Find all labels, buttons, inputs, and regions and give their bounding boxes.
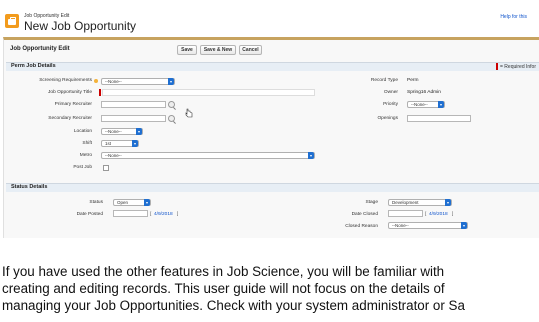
record-type-label: Record Type	[370, 78, 398, 83]
required-info-text: = Required Infor	[500, 64, 536, 70]
chevron-down-icon: ▾	[168, 78, 174, 85]
paragraph-line: If you have used the other features in J…	[2, 264, 445, 279]
closed-reason-value: --None--	[392, 223, 409, 228]
status-value: Open	[117, 200, 129, 205]
location-value: --None--	[105, 129, 122, 134]
cancel-button[interactable]: Cancel	[239, 45, 262, 55]
chevron-down-icon: ▾	[136, 128, 142, 135]
chevron-down-icon: ▾	[461, 222, 467, 229]
post-job-checkbox[interactable]	[103, 165, 109, 171]
required-indicator-icon	[496, 63, 498, 70]
lookup-search-icon[interactable]	[168, 101, 175, 108]
date-closed-label: Date Closed	[351, 212, 378, 217]
date-posted-input[interactable]	[113, 210, 148, 217]
location-select[interactable]: --None-- ▾	[101, 128, 143, 135]
save-button[interactable]: Save	[177, 45, 197, 55]
save-new-button[interactable]: Save & New	[200, 45, 236, 55]
help-icon[interactable]	[94, 79, 98, 83]
chevron-down-icon: ▾	[438, 101, 444, 108]
briefcase-icon	[5, 14, 19, 28]
primary-recruiter-label: Primary Recruiter	[54, 102, 92, 107]
date-posted-today-link[interactable]: 4/9/2018	[154, 212, 173, 217]
location-label: Location	[73, 129, 92, 134]
owner-label: Owner	[383, 90, 398, 95]
status-select[interactable]: Open ▾	[113, 199, 151, 206]
chevron-down-icon: ▾	[144, 199, 150, 206]
date-bracket-open: [	[150, 212, 152, 217]
page-title: New Job Opportunity	[24, 19, 137, 33]
user-guide-paragraph: If you have used the other features in J…	[2, 263, 539, 314]
status-details-header	[6, 183, 539, 192]
shift-value: 1st	[105, 141, 112, 146]
secondary-recruiter-label: Secondary Recruiter	[48, 116, 92, 121]
screening-requirements-select[interactable]: --None-- ▾	[101, 78, 175, 85]
screening-requirements-value: --None--	[105, 79, 122, 84]
post-job-label: Post Job	[73, 165, 92, 170]
lookup-search-icon[interactable]	[168, 115, 175, 122]
paragraph-line: creating and editing records. This user …	[2, 281, 445, 296]
record-type-value: Perm	[407, 78, 419, 83]
metro-label: Metro	[79, 153, 92, 158]
job-opportunity-title-input[interactable]	[102, 89, 315, 96]
openings-label: Openings	[377, 116, 398, 121]
date-closed-input[interactable]	[388, 210, 423, 217]
primary-recruiter-input[interactable]	[101, 101, 166, 108]
secondary-recruiter-input[interactable]	[101, 115, 166, 122]
perm-job-details-title: Perm Job Details	[11, 63, 56, 69]
required-marker-icon	[99, 89, 101, 96]
priority-value: --None--	[411, 102, 428, 107]
metro-select[interactable]: --None-- ▾	[101, 152, 315, 159]
hand-cursor-icon	[185, 108, 193, 118]
shift-select[interactable]: 1st ▾	[101, 140, 139, 147]
date-bracket-close: ]	[452, 212, 454, 217]
chevron-down-icon: ▾	[445, 199, 451, 206]
priority-select[interactable]: --None-- ▾	[407, 101, 445, 108]
date-bracket-open: [	[425, 212, 427, 217]
shift-label: Shift	[82, 141, 92, 146]
job-opportunity-title-label: Job Opportunity Title	[48, 90, 92, 95]
date-bracket-close: ]	[177, 212, 179, 217]
owner-value: Spring16 Admin	[407, 90, 441, 95]
openings-input[interactable]	[407, 115, 471, 122]
perm-job-details-header	[6, 62, 539, 71]
screening-requirements-label: Screening Requirements	[39, 78, 92, 83]
status-details-title: Status Details	[11, 184, 48, 190]
status-label: Status	[89, 200, 103, 205]
date-closed-today-link[interactable]: 4/9/2018	[429, 212, 448, 217]
page-block-title: Job Opportunity Edit	[10, 46, 70, 52]
stage-label: Stage	[365, 200, 378, 205]
chevron-down-icon: ▾	[308, 152, 314, 159]
stage-value: Development	[392, 200, 419, 205]
date-posted-label: Date Posted	[76, 212, 103, 217]
priority-label: Priority	[383, 102, 398, 107]
metro-value: --None--	[105, 153, 122, 158]
help-link[interactable]: Help for this	[500, 14, 527, 20]
chevron-down-icon: ▾	[132, 140, 138, 147]
closed-reason-select[interactable]: --None-- ▾	[388, 222, 468, 229]
paragraph-line: managing your Job Opportunities. Check w…	[2, 298, 465, 313]
closed-reason-label: Closed Reason	[345, 224, 378, 229]
stage-select[interactable]: Development ▾	[388, 199, 452, 206]
